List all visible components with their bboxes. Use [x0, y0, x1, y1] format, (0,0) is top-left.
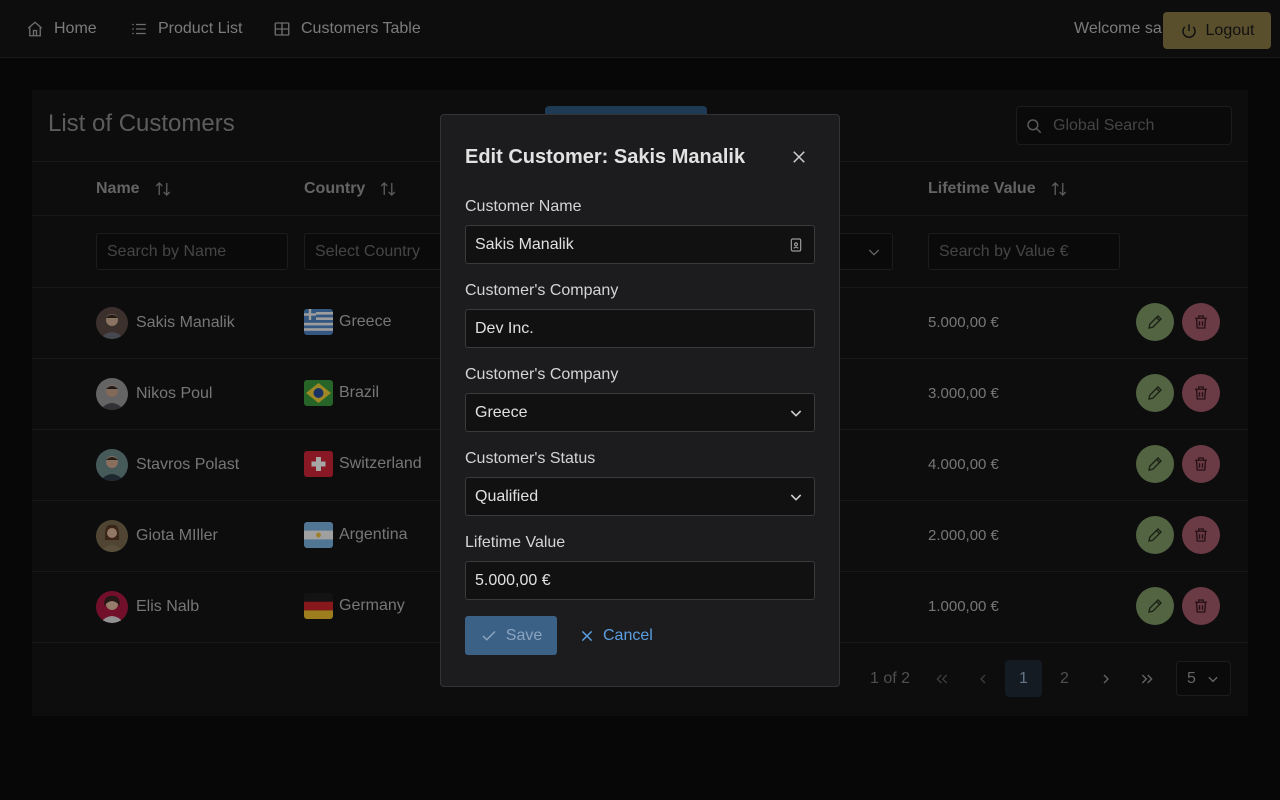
cancel-label: Cancel: [603, 626, 653, 644]
customer-status-dropdown[interactable]: Qualified: [465, 477, 815, 516]
chevron-down-icon: [790, 410, 802, 417]
check-icon: [482, 630, 496, 641]
close-icon: [581, 630, 593, 641]
customer-country-value: Greece: [475, 403, 528, 421]
cancel-button[interactable]: Cancel: [573, 616, 659, 655]
save-button[interactable]: Save: [465, 616, 557, 655]
save-label: Save: [505, 626, 543, 644]
customer-status-label: Customer's Status: [465, 450, 596, 467]
lifetime-value-field[interactable]: [465, 561, 815, 600]
lifetime-value-label: Lifetime Value: [465, 534, 566, 551]
customer-name-field[interactable]: [465, 225, 815, 264]
customer-country-dropdown[interactable]: Greece: [465, 393, 815, 432]
edit-customer-dialog: Edit Customer: Sakis Manalik Customer Na…: [440, 114, 840, 687]
customer-status-value: Qualified: [475, 487, 539, 505]
customer-company-input[interactable]: [475, 319, 775, 338]
customer-company-label: Customer's Company: [465, 282, 619, 299]
chevron-down-icon: [790, 494, 802, 501]
close-dialog-button[interactable]: [785, 143, 813, 171]
customer-country-label: Customer's Company: [465, 366, 619, 383]
lifetime-value-input[interactable]: [475, 571, 775, 590]
close-icon: [793, 151, 805, 163]
dialog-title: Edit Customer: Sakis Manalik: [465, 146, 746, 168]
customer-company-field[interactable]: [465, 309, 815, 348]
contact-card-icon: [790, 238, 802, 252]
customer-name-input[interactable]: [475, 235, 775, 254]
customer-name-label: Customer Name: [465, 198, 582, 215]
